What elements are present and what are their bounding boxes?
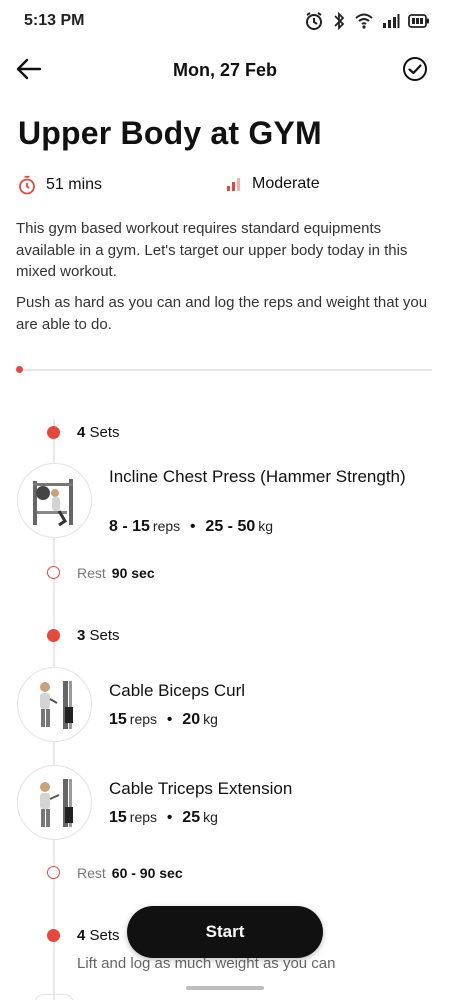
triceps-extension-illustration <box>39 778 73 827</box>
top-bar: Mon, 27 Feb <box>0 48 450 92</box>
exercise-detail: 15 reps • 20 kg <box>109 711 218 729</box>
exercise-name[interactable]: Incline Chest Press (Hammer Strength) <box>109 466 429 488</box>
home-indicator[interactable] <box>186 986 264 990</box>
weight-unit: kg <box>203 809 218 825</box>
weight-unit: kg <box>258 518 274 534</box>
exercise-thumbnail-partial <box>34 994 74 1000</box>
duration-info: 51 mins <box>18 175 102 195</box>
date-title: Mon, 27 Feb <box>172 60 277 80</box>
weight-value: 25 <box>182 809 201 826</box>
separator-dot: • <box>190 518 196 535</box>
rest-value: 90 sec <box>111 565 155 581</box>
progress-indicator <box>16 366 23 373</box>
weight-unit: kg <box>203 711 218 727</box>
sets-label: 4 Sets <box>77 927 120 944</box>
set-marker <box>47 426 60 439</box>
sets-label: 3 Sets <box>77 627 120 644</box>
rest-row: Rest 90 sec <box>77 565 155 581</box>
exercise-name[interactable]: Cable Triceps Extension <box>109 778 429 800</box>
reps-unit: reps <box>129 711 158 727</box>
reps-value: 15 <box>109 809 127 826</box>
signal-icon <box>382 13 400 29</box>
duration-text: 51 mins <box>46 176 103 193</box>
progress-track <box>18 369 432 371</box>
complete-button[interactable] <box>400 54 430 84</box>
alarm-icon <box>304 11 324 31</box>
stopwatch-icon <box>19 175 35 195</box>
workout-description: This gym based workout requires standard… <box>16 220 408 280</box>
intensity-bars-icon <box>227 178 240 191</box>
reps-value: 8 - 15 <box>109 518 150 535</box>
chest-press-illustration <box>32 478 73 526</box>
intensity-info: Moderate <box>226 175 320 193</box>
rest-label: Rest <box>77 865 106 881</box>
check-circle-icon <box>403 57 427 81</box>
separator-dot: • <box>167 809 173 826</box>
bluetooth-icon <box>332 11 346 31</box>
exercise-thumbnail[interactable] <box>17 765 92 840</box>
rest-marker <box>47 566 60 579</box>
battery-icon <box>408 14 430 28</box>
rest-label: Rest <box>77 565 106 581</box>
status-bar: 5:13 PM <box>0 0 450 44</box>
exercise-name[interactable]: Cable Biceps Curl <box>109 680 429 702</box>
weight-value: 25 - 50 <box>205 518 256 535</box>
exercise-detail: 8 - 15 reps • 25 - 50 kg <box>109 518 273 536</box>
set-marker <box>47 929 60 942</box>
rest-row: Rest 60 - 90 sec <box>77 865 183 881</box>
reps-unit: reps <box>129 809 158 825</box>
status-time: 5:13 PM <box>24 12 85 29</box>
set-marker <box>47 629 60 642</box>
weight-value: 20 <box>182 711 201 728</box>
status-icons <box>304 11 430 31</box>
separator-dot: • <box>167 711 173 728</box>
intensity-text: Moderate <box>252 175 320 192</box>
workout-meta: 51 mins Moderate <box>18 175 432 201</box>
reps-unit: reps <box>152 518 181 534</box>
biceps-curl-illustration <box>39 680 73 729</box>
exercise-thumbnail[interactable] <box>17 667 92 742</box>
rest-value: 60 - 90 sec <box>111 865 183 881</box>
wifi-icon <box>354 12 374 30</box>
reps-value: 15 <box>109 711 127 728</box>
start-button[interactable]: Start <box>127 906 323 958</box>
workout-title: Upper Body at GYM <box>18 115 322 151</box>
exercise-detail: 15 reps • 25 kg <box>109 809 218 827</box>
rest-marker <box>47 866 60 879</box>
workout-instruction: Push as hard as you can and log the reps… <box>16 294 428 333</box>
sets-label: 4 Sets <box>77 424 120 441</box>
exercise-thumbnail[interactable] <box>17 463 92 538</box>
